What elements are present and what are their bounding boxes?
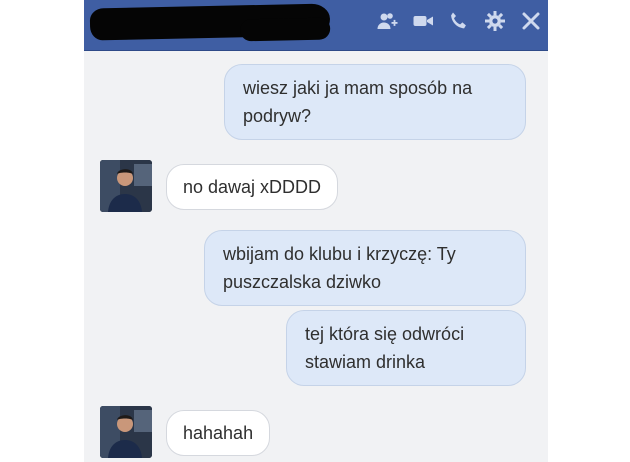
close-icon[interactable] xyxy=(520,10,542,32)
outgoing-message: wiesz jaki ja mam sposób na podryw? xyxy=(224,64,526,140)
incoming-message: no dawaj xDDDD xyxy=(166,164,339,210)
avatar[interactable] xyxy=(100,406,152,458)
avatar[interactable] xyxy=(100,160,152,212)
titlebar-actions xyxy=(376,10,542,32)
phone-icon[interactable] xyxy=(448,10,470,32)
video-camera-icon[interactable] xyxy=(412,10,434,32)
incoming-message: hahahah xyxy=(166,410,271,456)
outgoing-message: wbijam do klubu i krzyczę: Ty puszczalsk… xyxy=(204,230,526,306)
chat-window: wiesz jaki ja mam sposób na podryw? no d… xyxy=(84,0,548,462)
chat-titlebar xyxy=(84,0,548,51)
redacted-contact-name xyxy=(89,3,331,41)
gear-icon[interactable] xyxy=(484,10,506,32)
outgoing-message: tej która się odwróci stawiam drinka xyxy=(286,310,526,386)
add-person-icon[interactable] xyxy=(376,10,398,32)
